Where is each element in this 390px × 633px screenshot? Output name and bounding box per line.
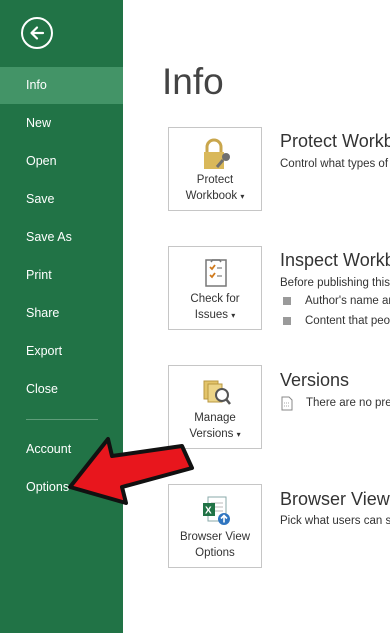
bullet-marker (283, 317, 291, 325)
check-for-issues-label-1: Check for (190, 293, 240, 305)
back-arrow-icon (30, 26, 45, 40)
check-for-issues-label-2: Issues (194, 308, 229, 321)
protect-workbook-title: Protect Workbook (280, 131, 390, 151)
nav-item-print[interactable]: Print (0, 257, 123, 294)
nav-item-close[interactable]: Close (0, 371, 123, 408)
protect-workbook-label-2: Workbook (185, 189, 238, 202)
browser-view-options-title: Browser View Options (280, 489, 390, 509)
dropdown-caret-icon: ▾ (236, 429, 241, 439)
document-icon (281, 396, 293, 411)
protect-workbook-desc: Control what types of changes people can… (280, 158, 390, 170)
nav-item-info[interactable]: Info (0, 67, 123, 104)
inspect-workbook-title: Inspect Workbook (280, 250, 390, 270)
protect-workbook-label-1: Protect (196, 174, 234, 186)
browser-view-options-label-1: Browser View (179, 531, 251, 543)
inspect-bullet-1: Author's name and absolute path (305, 295, 390, 307)
nav-item-open[interactable]: Open (0, 143, 123, 180)
versions-desc: There are no previous versions of this f… (306, 397, 390, 409)
nav-item-new[interactable]: New (0, 105, 123, 142)
nav-item-save[interactable]: Save (0, 181, 123, 218)
dropdown-caret-icon: ▾ (231, 310, 236, 320)
versions-title: Versions (280, 370, 350, 390)
back-button[interactable] (21, 17, 53, 49)
browser-view-options-label-2: Options (195, 546, 235, 559)
manage-versions-label-1: Manage (194, 412, 236, 424)
info-panel: Info Protect Workbook ▾ Protect Workbook… (123, 0, 390, 633)
browser-view-options-desc: Pick what users can see when this workbo… (280, 515, 390, 527)
check-for-issues-button[interactable]: Check for Issues ▾ (168, 246, 262, 330)
backstage-sidebar: Info New Open Save Save As Print Share E… (0, 0, 123, 633)
nav-item-save-as[interactable]: Save As (0, 219, 123, 256)
svg-text:X: X (205, 506, 212, 517)
nav-divider (26, 419, 98, 420)
page-title: Info (162, 61, 224, 102)
nav-item-share[interactable]: Share (0, 295, 123, 332)
excel-browser-icon: X (203, 496, 230, 525)
versions-icon (203, 380, 231, 405)
red-annotation-arrow (68, 437, 194, 505)
bullet-marker (283, 297, 291, 305)
lock-key-icon (204, 138, 230, 169)
dropdown-caret-icon: ▾ (240, 191, 245, 201)
checklist-icon (205, 259, 227, 287)
protect-workbook-button[interactable]: Protect Workbook ▾ (168, 127, 262, 211)
inspect-workbook-desc: Before publishing this file, be aware th… (280, 277, 390, 289)
inspect-bullet-2: Content that people with disabilities fi… (305, 315, 390, 327)
nav-item-export[interactable]: Export (0, 333, 123, 370)
